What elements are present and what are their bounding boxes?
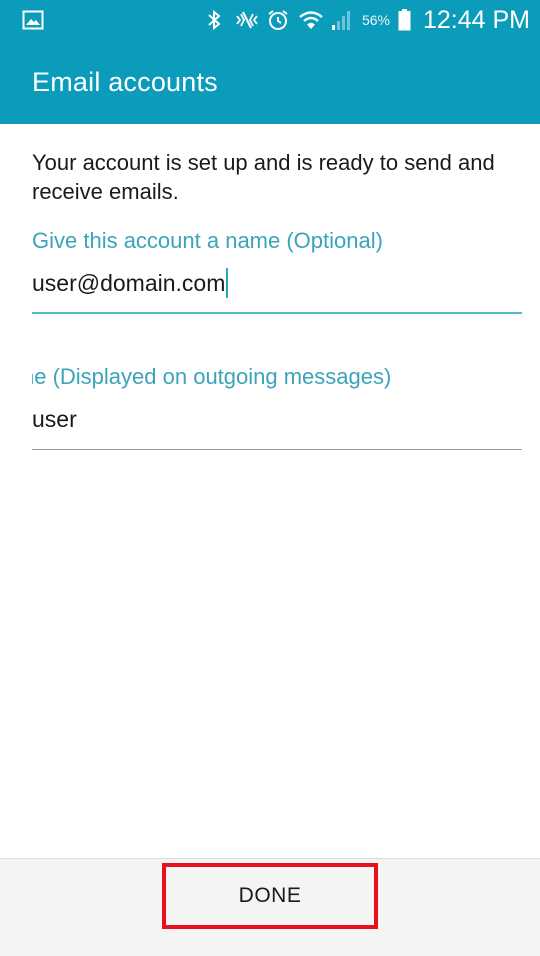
signal-icon (330, 8, 354, 32)
battery-icon (398, 9, 411, 31)
display-name-input[interactable]: user (32, 406, 522, 450)
battery-percent: 56% (361, 12, 390, 28)
status-clock: 12:44 PM (422, 5, 530, 34)
text-cursor (226, 268, 229, 298)
page-title: Email accounts (32, 66, 218, 97)
setup-complete-message: Your account is set up and is ready to s… (32, 150, 495, 204)
status-bar: 56% 12:44 PM (0, 0, 540, 40)
bottom-action-bar: DONE (0, 858, 540, 956)
account-name-value: user@domain.com (32, 270, 226, 296)
alarm-icon (266, 8, 290, 32)
account-setup-form: Your account is set up and is ready to s… (32, 124, 522, 450)
app-bar: Email accounts (0, 40, 540, 124)
status-icons: 56% 12:44 PM (202, 6, 530, 35)
display-name-label: ne (Displayed on outgoing messages) (32, 364, 392, 389)
display-name-value: user (32, 406, 77, 432)
account-name-label: Give this account a name (Optional) (32, 228, 383, 253)
done-button[interactable]: DONE (162, 863, 378, 929)
mute-icon (234, 8, 258, 32)
bluetooth-icon (202, 8, 226, 32)
screen: 56% 12:44 PM Email accounts Your account… (0, 0, 540, 956)
account-name-input[interactable]: user@domain.com (32, 268, 522, 314)
gallery-icon (22, 10, 44, 30)
wifi-icon (298, 8, 323, 32)
